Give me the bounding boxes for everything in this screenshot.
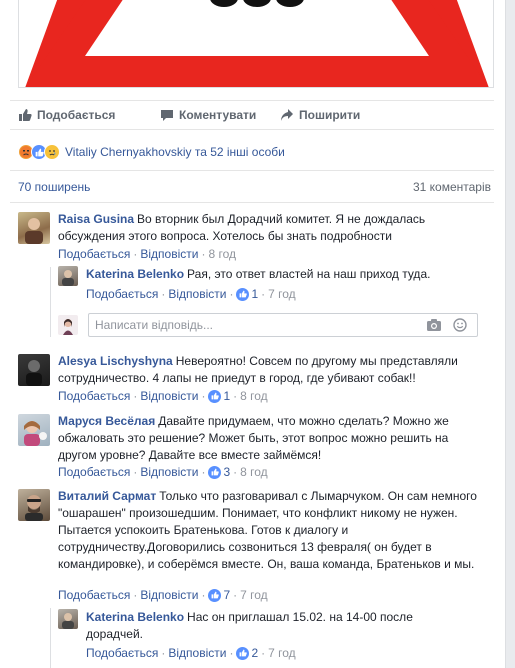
reactions-text[interactable]: Vitaliy Chernyakhovskiy та 52 інші особи (65, 145, 285, 159)
current-user-avatar (58, 315, 78, 335)
avatar[interactable] (18, 414, 50, 446)
comment-button[interactable]: Коментувати (160, 108, 256, 122)
comment-like-link[interactable]: Подобається (86, 646, 158, 660)
like-icon (208, 389, 222, 403)
comment-time[interactable]: 8 год (240, 389, 268, 403)
divider (10, 170, 494, 171)
comment-body: Виталий Сармат Только что разговаривал с … (58, 488, 483, 573)
post-image-warning-sign[interactable] (18, 0, 494, 88)
thread-line (50, 267, 51, 337)
comment-author[interactable]: Маруся Весёлая (58, 414, 155, 428)
share-button-label: Поширити (299, 108, 361, 122)
comment-time[interactable]: 8 год (208, 247, 236, 261)
reply-body: Katerina Belenko Рая, это ответ властей н… (86, 266, 486, 283)
like-icon (236, 646, 250, 660)
share-button[interactable]: Поширити (280, 108, 360, 122)
comment-button-label: Коментувати (179, 108, 257, 122)
comment-meta: Подобається · Відповісти · 2 · 7 год (86, 646, 296, 660)
avatar[interactable] (18, 212, 50, 244)
reply-input[interactable] (89, 314, 409, 336)
like-count: 1 (251, 287, 259, 301)
comment-reply-link[interactable]: Відповісти (140, 588, 198, 602)
comment-author[interactable]: Katerina Belenko (86, 610, 184, 624)
thread-line (50, 608, 51, 668)
camera-icon[interactable] (427, 319, 441, 331)
comment-meta: Подобається · Відповісти · 7 · 7 год (58, 588, 268, 602)
comment-author[interactable]: Katerina Belenko (86, 267, 184, 281)
comment-likes[interactable]: 1 (208, 389, 230, 403)
comment-icon (161, 110, 173, 121)
comment-meta: Подобається · Відповісти · 1 · 8 год (58, 389, 268, 403)
like-icon (208, 465, 222, 479)
like-count: 3 (223, 465, 231, 479)
like-button-label: Подобається (37, 108, 116, 122)
thumbs-up-icon (19, 109, 32, 121)
comment-reply-link[interactable]: Відповісти (140, 389, 198, 403)
comment-body: Raisa Gusina Во вторник был Дорадчий коми… (58, 211, 478, 245)
reply-body: Katerina Belenko Нас он приглашал 15.02. … (86, 609, 446, 643)
comment-meta: Подобається · Відповісти · 1 · 7 год (86, 287, 296, 301)
comment-likes[interactable]: 1 (236, 287, 258, 301)
share-icon (281, 109, 293, 121)
post-actions-bar: Подобається Коментувати Поширити (10, 100, 494, 130)
comment-body: Маруся Весёлая Давайте придумаем, что мож… (58, 413, 478, 464)
avatar[interactable] (18, 489, 50, 521)
comment-author[interactable]: Alesya Lischyshyna (58, 354, 173, 368)
comment-text: Рая, это ответ властей на наш приход туд… (187, 267, 431, 281)
comment-reply-link[interactable]: Відповісти (140, 465, 198, 479)
post-card: Подобається Коментувати Поширити Vitaliy… (0, 0, 506, 668)
emoji-icon[interactable] (453, 318, 467, 332)
like-icon (236, 287, 250, 301)
like-count: 7 (223, 588, 231, 602)
comment-reply-link[interactable]: Відповісти (140, 247, 198, 261)
avatar[interactable] (58, 609, 78, 629)
comment-body: Alesya Lischyshyna Невероятно! Совсем по … (58, 353, 478, 387)
comment-meta: Подобається · Відповісти · 8 год (58, 247, 236, 261)
comment-like-link[interactable]: Подобається (58, 389, 130, 403)
sad-icon (44, 144, 60, 160)
shares-count[interactable]: 70 поширень (18, 180, 90, 194)
like-icon (208, 588, 222, 602)
comment-like-link[interactable]: Подобається (86, 287, 158, 301)
reply-box (88, 313, 478, 337)
reactions-summary[interactable]: Vitaliy Chernyakhovskiy та 52 інші особи (18, 143, 285, 161)
like-button[interactable]: Подобається (18, 108, 115, 122)
avatar[interactable] (58, 266, 78, 286)
comment-author[interactable]: Виталий Сармат (58, 489, 156, 503)
warning-sign-graphic (25, 0, 489, 87)
avatar[interactable] (18, 354, 50, 386)
comment-like-link[interactable]: Подобається (58, 247, 130, 261)
comment-time[interactable]: 7 год (268, 646, 296, 660)
comment-like-link[interactable]: Подобається (58, 465, 130, 479)
comment-time[interactable]: 7 год (240, 588, 268, 602)
comments-count[interactable]: 31 коментарів (413, 180, 491, 194)
comment-author[interactable]: Raisa Gusina (58, 212, 134, 226)
comment-reply-link[interactable]: Відповісти (168, 646, 226, 660)
divider (10, 202, 494, 203)
comment-time[interactable]: 7 год (268, 287, 296, 301)
comment-likes[interactable]: 2 (236, 646, 258, 660)
comment-reply-link[interactable]: Відповісти (168, 287, 226, 301)
comment-time[interactable]: 8 год (240, 465, 268, 479)
comment-likes[interactable]: 3 (208, 465, 230, 479)
comment-like-link[interactable]: Подобається (58, 588, 130, 602)
comment-likes[interactable]: 7 (208, 588, 230, 602)
comment-meta: Подобається · Відповісти · 3 · 8 год (58, 465, 268, 479)
like-count: 1 (223, 389, 231, 403)
like-count: 2 (251, 646, 259, 660)
